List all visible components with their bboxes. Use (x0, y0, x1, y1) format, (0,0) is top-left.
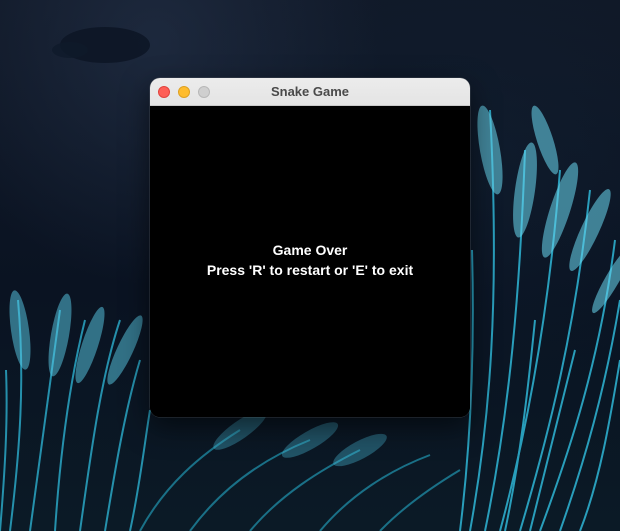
game-canvas[interactable]: Game Over Press 'R' to restart or 'E' to… (150, 106, 470, 417)
restart-exit-instructions: Press 'R' to restart or 'E' to exit (206, 262, 414, 278)
snake-game-window: Snake Game Game Over Press 'R' to restar… (150, 78, 470, 417)
window-title: Snake Game (270, 84, 350, 99)
game-over-title: Game Over (272, 242, 348, 258)
window-titlebar[interactable]: Snake Game (150, 78, 470, 106)
